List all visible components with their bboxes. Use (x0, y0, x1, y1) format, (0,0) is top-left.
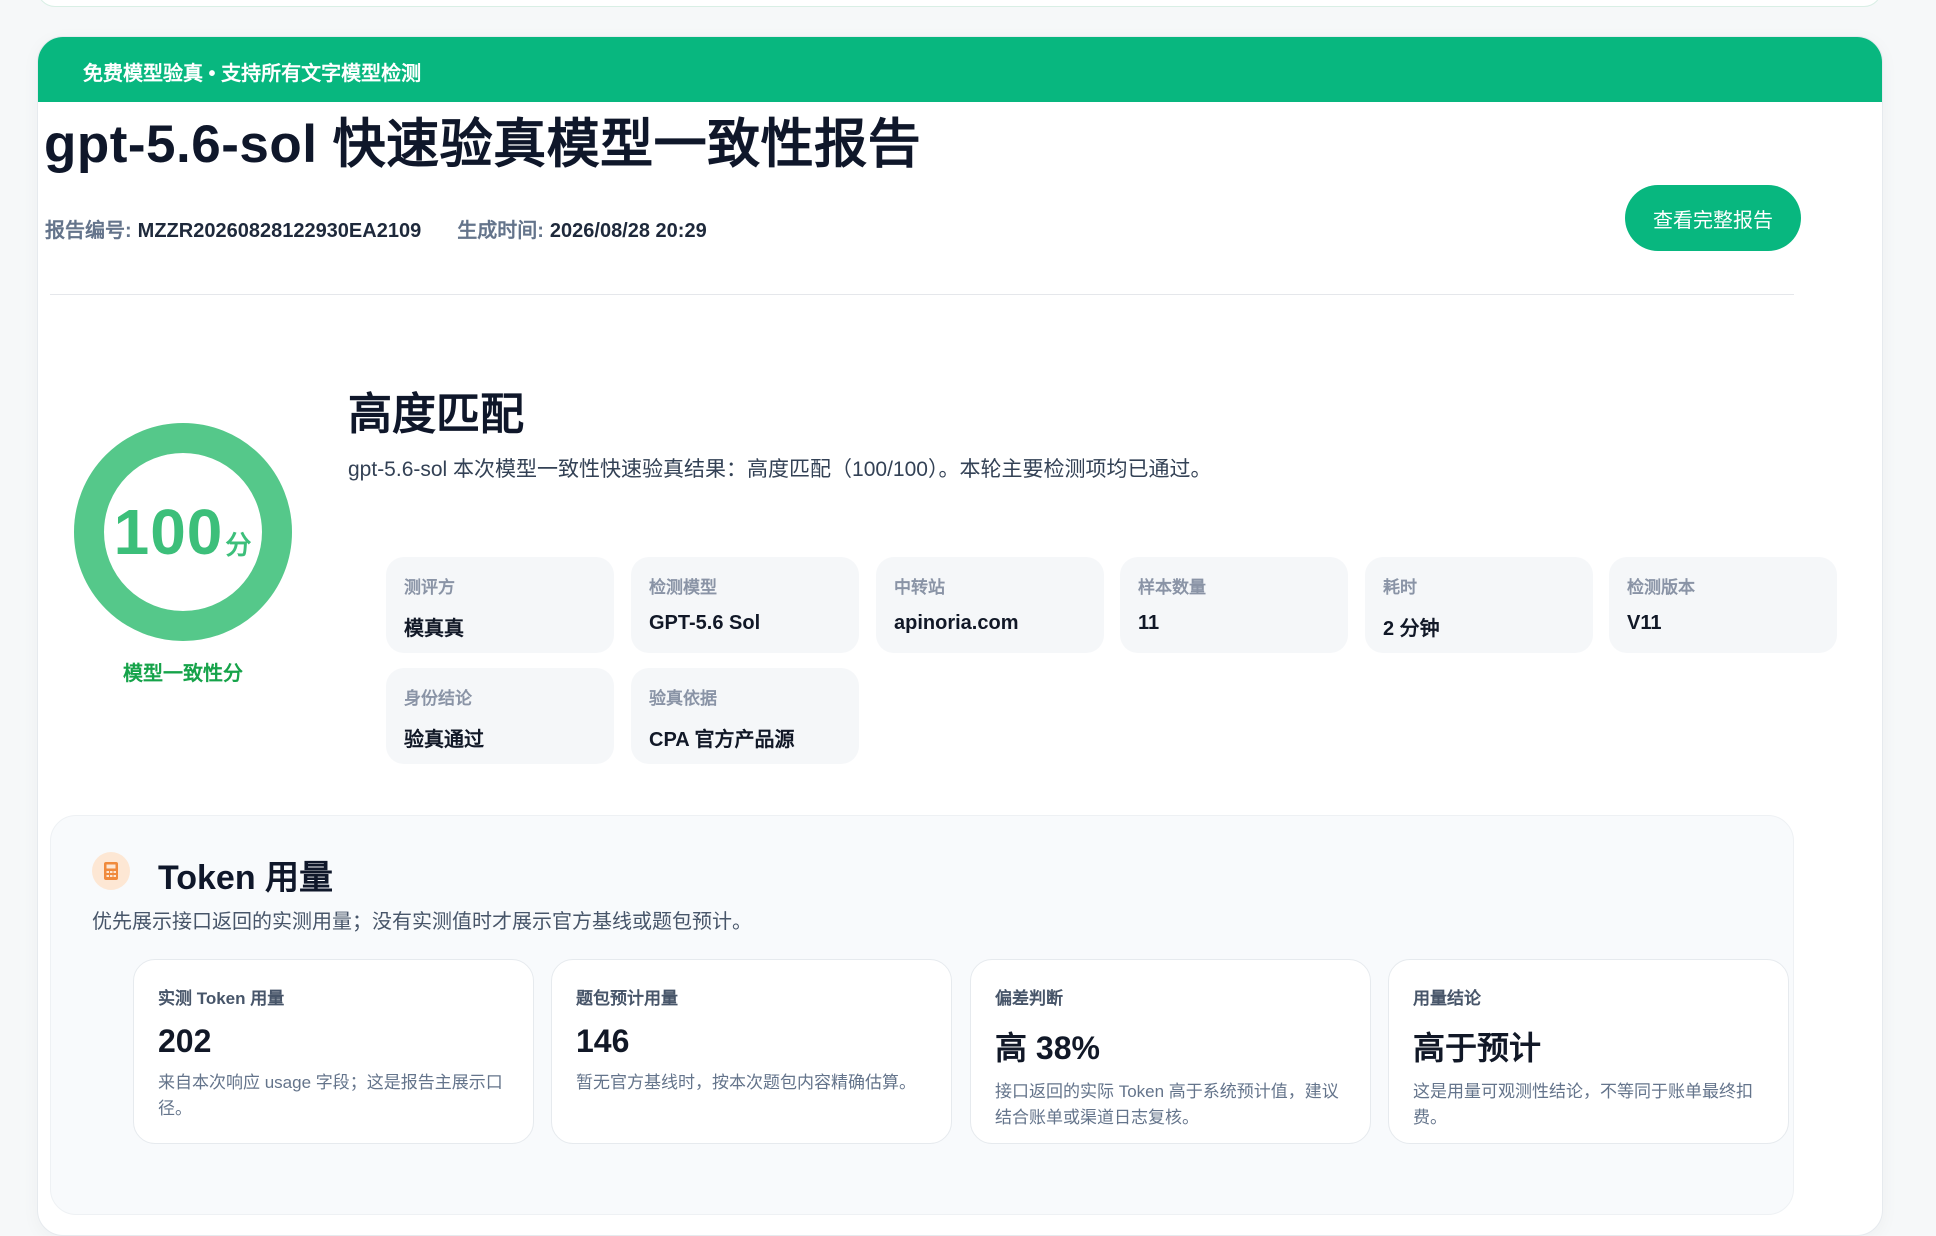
info-label: 检测模型 (649, 578, 717, 597)
token-card-note: 这是用量可观测性结论，不等同于账单最终扣费。 (1413, 1082, 1753, 1127)
token-section-title: Token 用量 (158, 859, 334, 897)
view-full-report-button[interactable]: 查看完整报告 (1625, 185, 1801, 251)
info-value: 11 (1138, 612, 1160, 634)
info-label: 测评方 (404, 578, 455, 597)
report-time-label: 生成时间: (457, 220, 544, 242)
info-label: 样本数量 (1138, 578, 1206, 597)
info-value: V11 (1627, 612, 1662, 634)
score-value: 100分 (74, 495, 292, 569)
report-id-value: MZZR20260828122930EA2109 (137, 220, 422, 242)
info-duration: 耗时 2 分钟 (1365, 557, 1593, 653)
info-value: 2 分钟 (1383, 618, 1440, 640)
previous-card-edge (37, 0, 1882, 7)
report-title: gpt-5.6-sol 快速验真模型一致性报告 (44, 115, 922, 174)
token-section-subtitle: 优先展示接口返回的实测用量；没有实测值时才展示官方基线或题包预计。 (92, 911, 752, 933)
token-card-note: 来自本次响应 usage 字段；这是报告主展示口径。 (158, 1073, 503, 1118)
info-identity: 身份结论 验真通过 (386, 668, 614, 764)
info-evaluator: 测评方 模真真 (386, 557, 614, 653)
promo-banner: 免费模型验真 • 支持所有文字模型检测 (38, 37, 1882, 102)
banner-text: 免费模型验真 • 支持所有文字模型检测 (83, 63, 422, 85)
info-value: CPA 官方产品源 (649, 729, 795, 751)
token-card-note: 暂无官方基线时，按本次题包内容精确估算。 (576, 1073, 916, 1092)
token-card-conclusion: 用量结论 高于预计 这是用量可观测性结论，不等同于账单最终扣费。 (1388, 959, 1789, 1144)
info-label: 验真依据 (649, 689, 717, 708)
verdict-title: 高度匹配 (348, 390, 524, 439)
token-card-note: 接口返回的实际 Token 高于系统预计值，建议结合账单或渠道日志复核。 (995, 1082, 1339, 1127)
info-version: 检测版本 V11 (1609, 557, 1837, 653)
info-label: 身份结论 (404, 689, 472, 708)
info-value: apinoria.com (894, 612, 1019, 634)
verdict-description: gpt-5.6-sol 本次模型一致性快速验真结果：高度匹配（100/100）。… (348, 458, 1212, 481)
token-card-value: 高于预计 (1413, 1030, 1542, 1066)
info-basis: 验真依据 CPA 官方产品源 (631, 668, 859, 764)
report-time: 生成时间: 2026/08/28 20:29 (457, 214, 706, 243)
token-card-estimated: 题包预计用量 146 暂无官方基线时，按本次题包内容精确估算。 (551, 959, 952, 1144)
token-card-measured: 实测 Token 用量 202 来自本次响应 usage 字段；这是报告主展示口… (133, 959, 534, 1144)
token-card-value: 202 (158, 1023, 212, 1059)
info-label: 耗时 (1383, 578, 1417, 597)
calculator-icon (92, 852, 130, 890)
score-caption: 模型一致性分 (123, 663, 243, 685)
divider (50, 294, 1794, 295)
token-card-label: 题包预计用量 (576, 989, 678, 1008)
report-id: 报告编号: MZZR20260828122930EA2109 (45, 214, 421, 243)
report-meta: 报告编号: MZZR20260828122930EA2109 生成时间: 2026/… (45, 214, 707, 243)
info-label: 检测版本 (1627, 578, 1695, 597)
report-time-value: 2026/08/28 20:29 (549, 220, 707, 242)
info-label: 中转站 (894, 578, 945, 597)
token-card-label: 用量结论 (1413, 989, 1481, 1008)
token-card-value: 高 38% (995, 1030, 1100, 1066)
token-card-label: 实测 Token 用量 (158, 989, 285, 1008)
info-relay: 中转站 apinoria.com (876, 557, 1104, 653)
token-card-label: 偏差判断 (995, 989, 1063, 1008)
info-sample-count: 样本数量 11 (1120, 557, 1348, 653)
info-value: GPT-5.6 Sol (649, 612, 761, 634)
report-id-label: 报告编号: (45, 220, 132, 242)
score-number: 100 (113, 496, 224, 568)
score-unit: 分 (225, 530, 253, 560)
info-model: 检测模型 GPT-5.6 Sol (631, 557, 859, 653)
token-card-deviation: 偏差判断 高 38% 接口返回的实际 Token 高于系统预计值，建议结合账单或… (970, 959, 1371, 1144)
info-value: 模真真 (404, 618, 464, 640)
token-card-value: 146 (576, 1023, 630, 1059)
info-value: 验真通过 (404, 729, 484, 751)
